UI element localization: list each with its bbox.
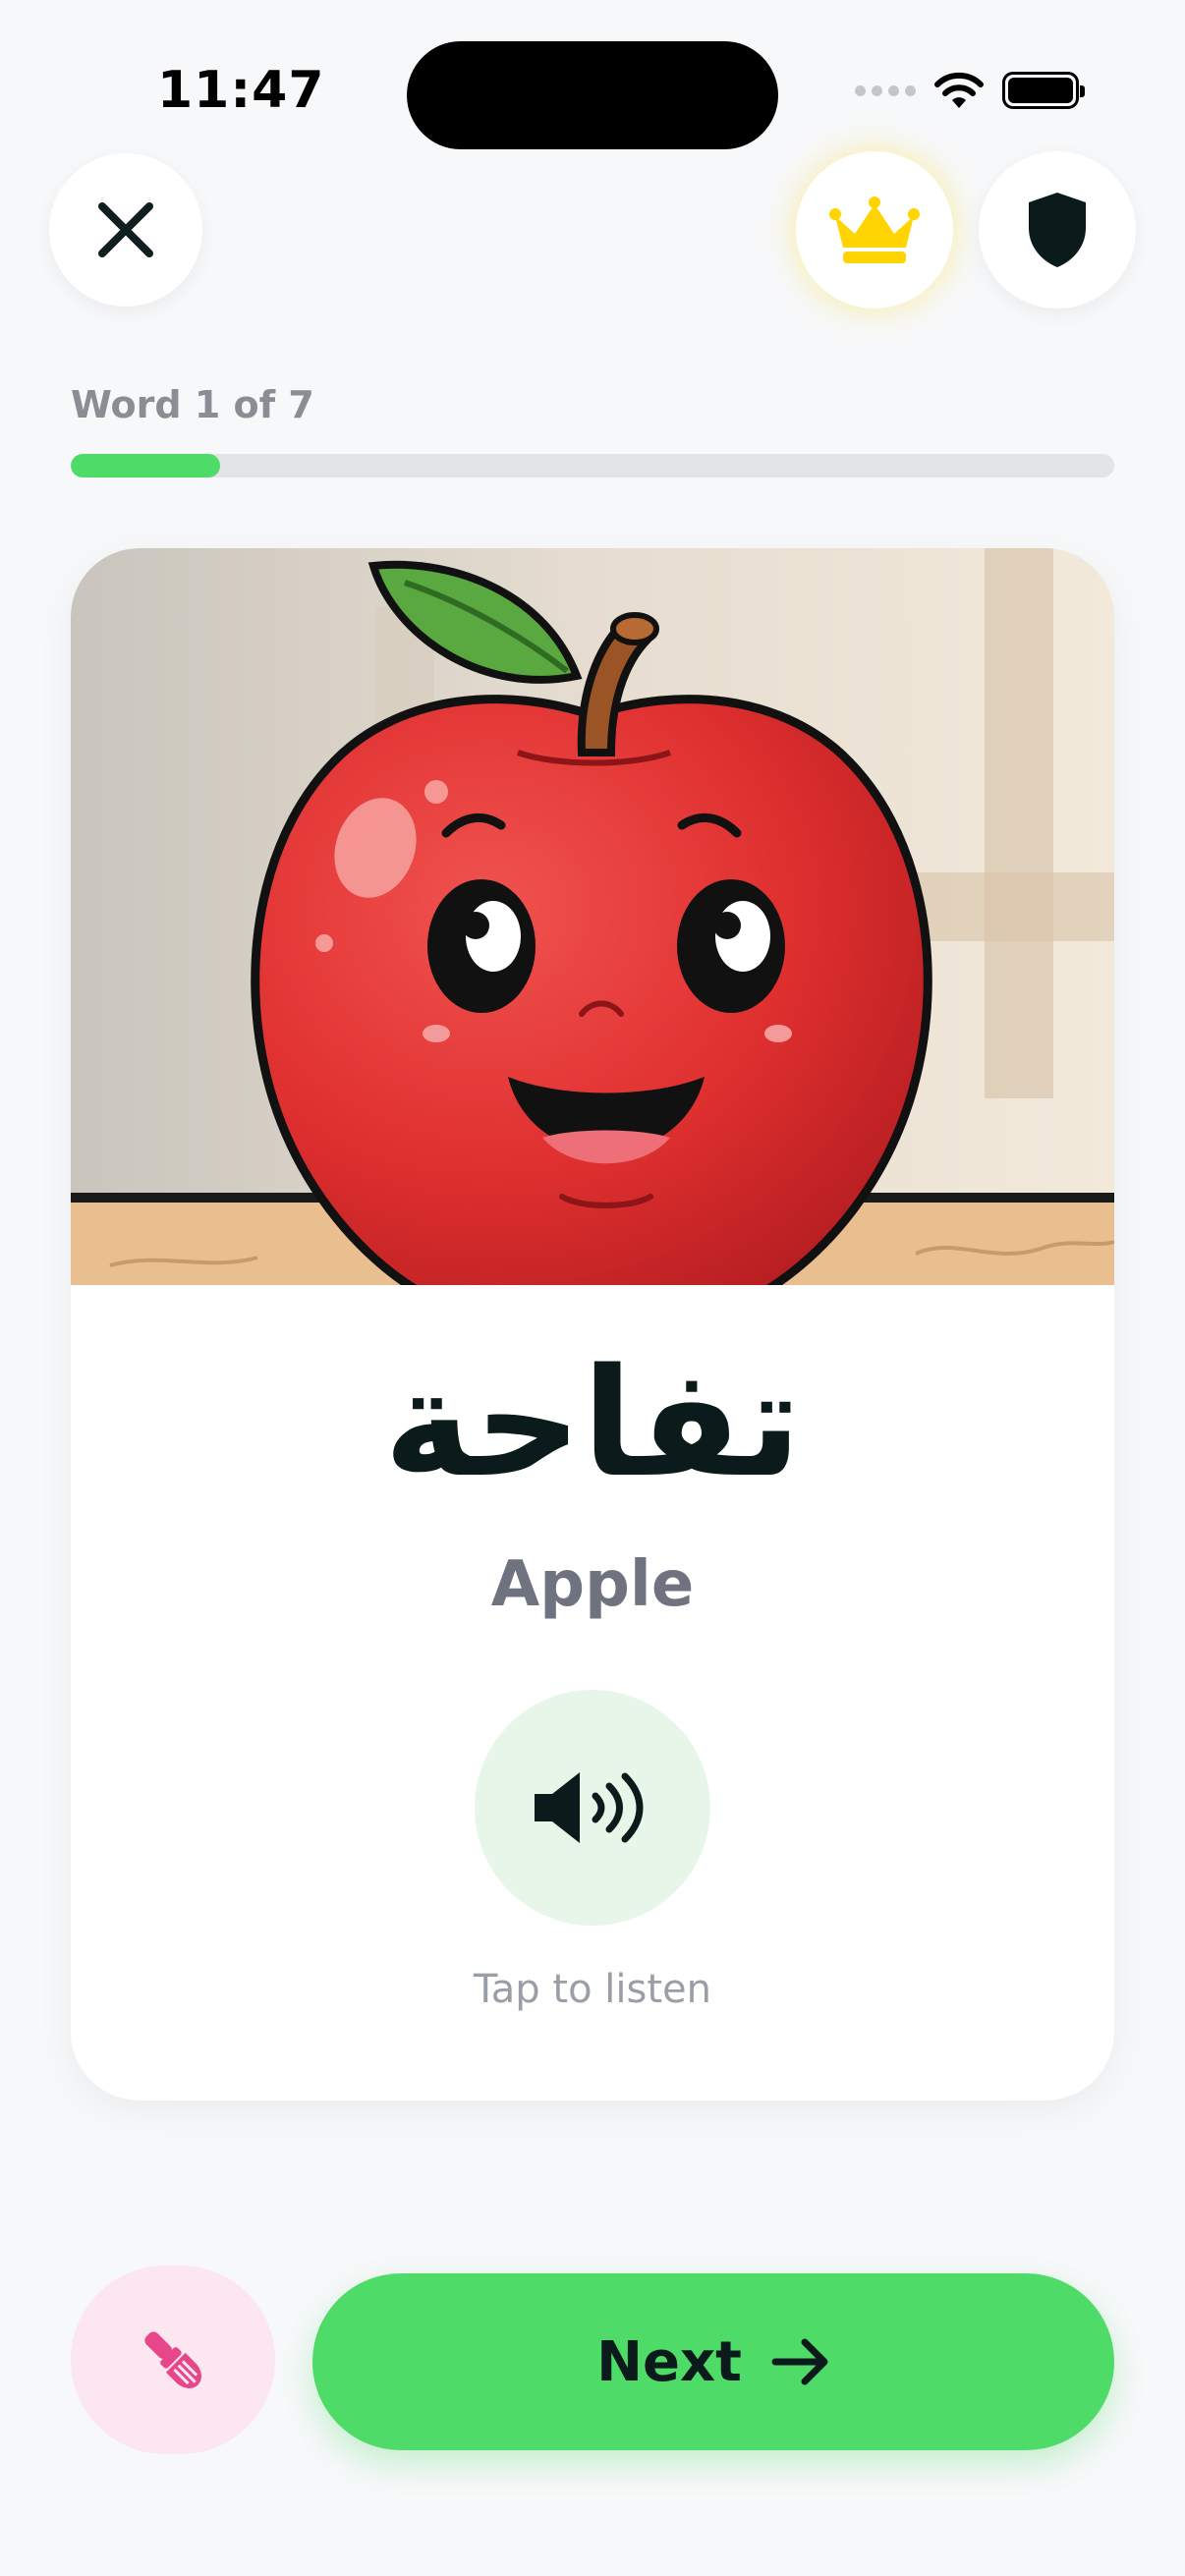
status-indicators [855,71,1085,110]
progress-fill [71,454,220,477]
crown-icon [829,196,920,263]
close-icon [98,202,153,257]
status-time: 11:47 [157,61,325,120]
shield-icon [1029,193,1086,267]
close-button[interactable] [49,153,202,307]
word-card: تفاحة Apple Tap to listen [71,548,1114,2100]
wifi-icon [934,72,984,108]
english-translation: Apple [490,1548,695,1621]
premium-crown-button[interactable] [796,151,953,308]
paintbrush-icon [144,2331,201,2388]
apple-illustration [71,548,1114,1285]
paintbrush-button[interactable] [71,2266,275,2454]
play-audio-button[interactable] [475,1690,710,1926]
cellular-signal-icon [855,84,916,96]
arabic-word: تفاحة [383,1336,802,1510]
shield-button[interactable] [979,151,1136,308]
progress-label: Word 1 of 7 [71,383,314,426]
next-button-label: Next [596,2329,742,2394]
next-button[interactable]: Next [312,2273,1114,2450]
arrow-right-icon [771,2338,828,2385]
battery-icon [1002,72,1085,109]
tap-to-listen-hint: Tap to listen [473,1967,711,2012]
progress-bar [71,454,1114,477]
speaker-icon [535,1772,644,1843]
dynamic-island [407,41,778,149]
